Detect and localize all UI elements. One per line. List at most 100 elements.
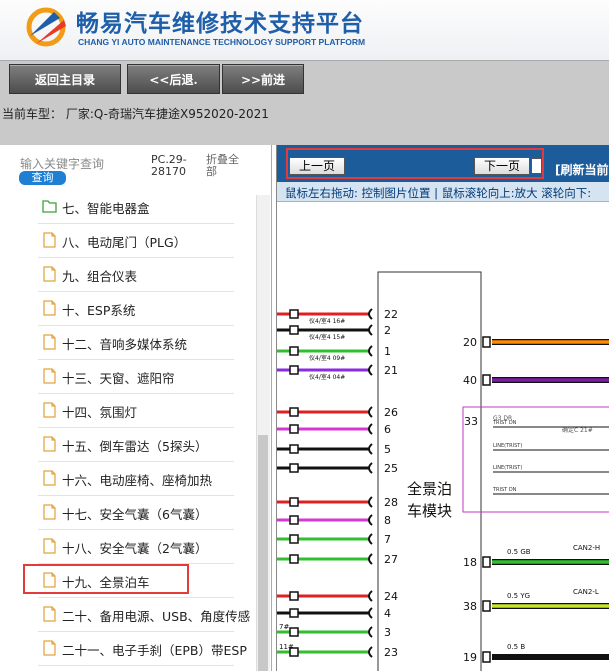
right-pin-number: 38: [463, 600, 477, 613]
tree-item-label: 七、智能电器盒: [62, 201, 150, 216]
left-pin-number: 1: [384, 345, 391, 358]
selected-item-highlight: [23, 564, 189, 594]
tree-item-label: 十五、倒车雷达（5探头）: [62, 439, 208, 454]
left-connector: [289, 608, 299, 618]
document-icon: [43, 538, 56, 554]
back-button[interactable]: <<后退.: [127, 64, 220, 94]
left-pin-label: 7#: [279, 623, 289, 631]
right-wire-label: 0.5 GB: [507, 548, 531, 556]
tree-item[interactable]: 十三、天窗、遮阳帘: [0, 360, 255, 394]
page-nav-highlight: [286, 148, 544, 179]
connector-box-row-label: TRIST DN: [492, 420, 517, 426]
document-icon: [43, 470, 56, 486]
viewer-toolbar: 上一页 下一页 [刷新当前: [277, 145, 609, 182]
tree-item[interactable]: 七、智能电器盒: [0, 190, 255, 224]
tree-item[interactable]: 十二、音响多媒体系统: [0, 326, 255, 360]
tree-item[interactable]: 十五、倒车雷达（5探头）: [0, 428, 255, 462]
module-label: 车模块: [407, 502, 452, 520]
search-input[interactable]: 输入关键字查询: [20, 155, 104, 172]
tree-item-label: 九、组合仪表: [62, 269, 138, 284]
left-pin-cup: [368, 462, 373, 474]
tree-item[interactable]: 十四、氛围灯: [0, 394, 255, 428]
tree-item-label: 二十、备用电源、USB、角度传感: [62, 609, 251, 624]
home-button[interactable]: 返回主目录: [9, 64, 121, 94]
left-connector: [289, 407, 299, 417]
left-connector: [289, 325, 299, 335]
document-icon: [43, 640, 56, 656]
left-pin-cup: [368, 626, 373, 638]
connector-box-row-label: LINE(TRIST): [493, 465, 522, 471]
right-wire-label: 0.5 B: [507, 643, 525, 651]
app-header: 畅易汽车维修技术支持平台 CHANG YI AUTO MAINTENANCE T…: [0, 0, 609, 60]
left-pin-cup: [368, 496, 373, 508]
search-button[interactable]: 查询: [19, 171, 66, 185]
left-pin-number: 5: [384, 443, 391, 456]
left-pin-number: 21: [384, 364, 398, 377]
car-info-bar: 当前车型： 厂家:Q-奇瑞汽车捷途X952020-2021: [0, 97, 609, 145]
left-connector: [289, 463, 299, 473]
left-pin-number: 22: [384, 308, 398, 321]
tree-item[interactable]: 二十一、电子手刹（EPB）带ESP: [0, 632, 255, 666]
left-pin-cup: [368, 443, 373, 455]
tree-item[interactable]: 九、组合仪表: [0, 258, 255, 292]
connector-box-row-label: TRIST DN: [492, 487, 517, 493]
tree-item[interactable]: 十七、安全气囊（6气囊）: [0, 496, 255, 530]
left-pin-number: 25: [384, 462, 398, 475]
left-pin-number: 24: [384, 590, 398, 603]
left-connector: [289, 534, 299, 544]
right-pin-number: 18: [463, 556, 477, 569]
tree-item[interactable]: 八、电动尾门（PLG）: [0, 224, 255, 258]
left-pin-number: 28: [384, 496, 398, 509]
tree-item-label: 十八、安全气囊（2气囊）: [62, 541, 208, 556]
connector-box-pin: 33: [464, 415, 478, 428]
document-icon: [43, 504, 56, 520]
left-pin-cup: [368, 324, 373, 336]
connector-box: [462, 406, 609, 513]
folder-icon: [42, 200, 57, 213]
tree-item-label: 十、ESP系统: [62, 303, 136, 318]
left-connector: [289, 444, 299, 454]
left-pin-number: 23: [384, 646, 398, 659]
document-icon: [43, 334, 56, 350]
app-title: 畅易汽车维修技术支持平台: [76, 11, 364, 37]
left-pin-number: 26: [384, 406, 398, 419]
cy-logo-icon: [26, 7, 66, 47]
viewer-tip-bar: 鼠标左右拖动: 控制图片位置 | 鼠标滚轮向上:放大 滚轮向下:: [277, 182, 609, 202]
left-connector: [289, 309, 299, 319]
tree-item[interactable]: 十、ESP系统: [0, 292, 255, 326]
left-pin-number: 6: [384, 423, 391, 436]
tree-item[interactable]: 十六、电动座椅、座椅加热: [0, 462, 255, 496]
document-icon: [43, 300, 56, 316]
refresh-link[interactable]: [刷新当前: [555, 161, 609, 178]
left-pin-number: 4: [384, 607, 391, 620]
right-pin-number: 20: [463, 336, 477, 349]
wiring-diagram[interactable]: 全景泊 车模块 22 2 1 21 26 6 5 25 28 8 7 27 24 4 3 7# 23 11# 仪4/室4…: [277, 202, 609, 671]
tree-item-label: 八、电动尾门（PLG）: [62, 235, 187, 250]
sidebar-scrollbar-thumb[interactable]: [258, 435, 268, 671]
sidebar: 输入关键字查询 查询 PC.29-28170 折叠全部 七、智能电器盒 八、电动尾…: [0, 145, 272, 671]
left-pin-number: 2: [384, 324, 391, 337]
left-connector: [289, 497, 299, 507]
connector-box-row-label: LINE(TRIST): [493, 443, 522, 449]
right-connector: [482, 374, 491, 386]
left-pin-cup: [368, 533, 373, 545]
right-wire-signal: CAN2-H: [573, 544, 600, 552]
tree-item-label: 十二、音响多媒体系统: [62, 337, 188, 352]
left-pin-number: 27: [384, 553, 398, 566]
left-connector: [289, 591, 299, 601]
left-connector: [289, 554, 299, 564]
left-wire-label: 仪4/室4 04#: [309, 373, 345, 381]
forward-button[interactable]: >>前进: [222, 64, 304, 94]
right-connector: [482, 651, 491, 663]
left-wire-label: 仪4/室4 16#: [309, 317, 345, 325]
right-wire-signal: CAN2-L: [573, 588, 599, 596]
tree-item[interactable]: 十八、安全气囊（2气囊）: [0, 530, 255, 564]
collapse-all-button[interactable]: 折叠全部: [206, 154, 246, 178]
document-icon: [43, 402, 56, 418]
tree-item-label: 二十一、电子手刹（EPB）带ESP: [62, 643, 247, 658]
wiring-diagram-svg: 全景泊车模块22212126652528872724437#2311#仪4/室4…: [277, 271, 609, 671]
right-connector: [482, 556, 491, 568]
right-pin-number: 40: [463, 374, 477, 387]
left-connector: [289, 346, 299, 356]
tree-item[interactable]: 二十、备用电源、USB、角度传感: [0, 598, 255, 632]
